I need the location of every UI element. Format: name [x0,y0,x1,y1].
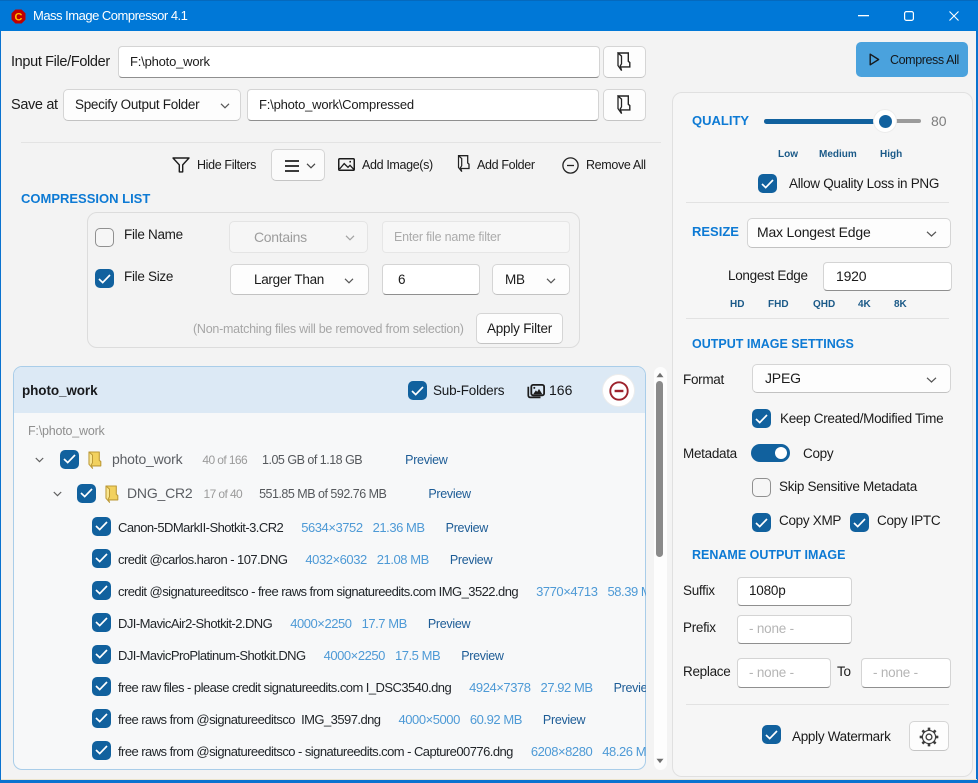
svg-text:C: C [15,11,23,23]
